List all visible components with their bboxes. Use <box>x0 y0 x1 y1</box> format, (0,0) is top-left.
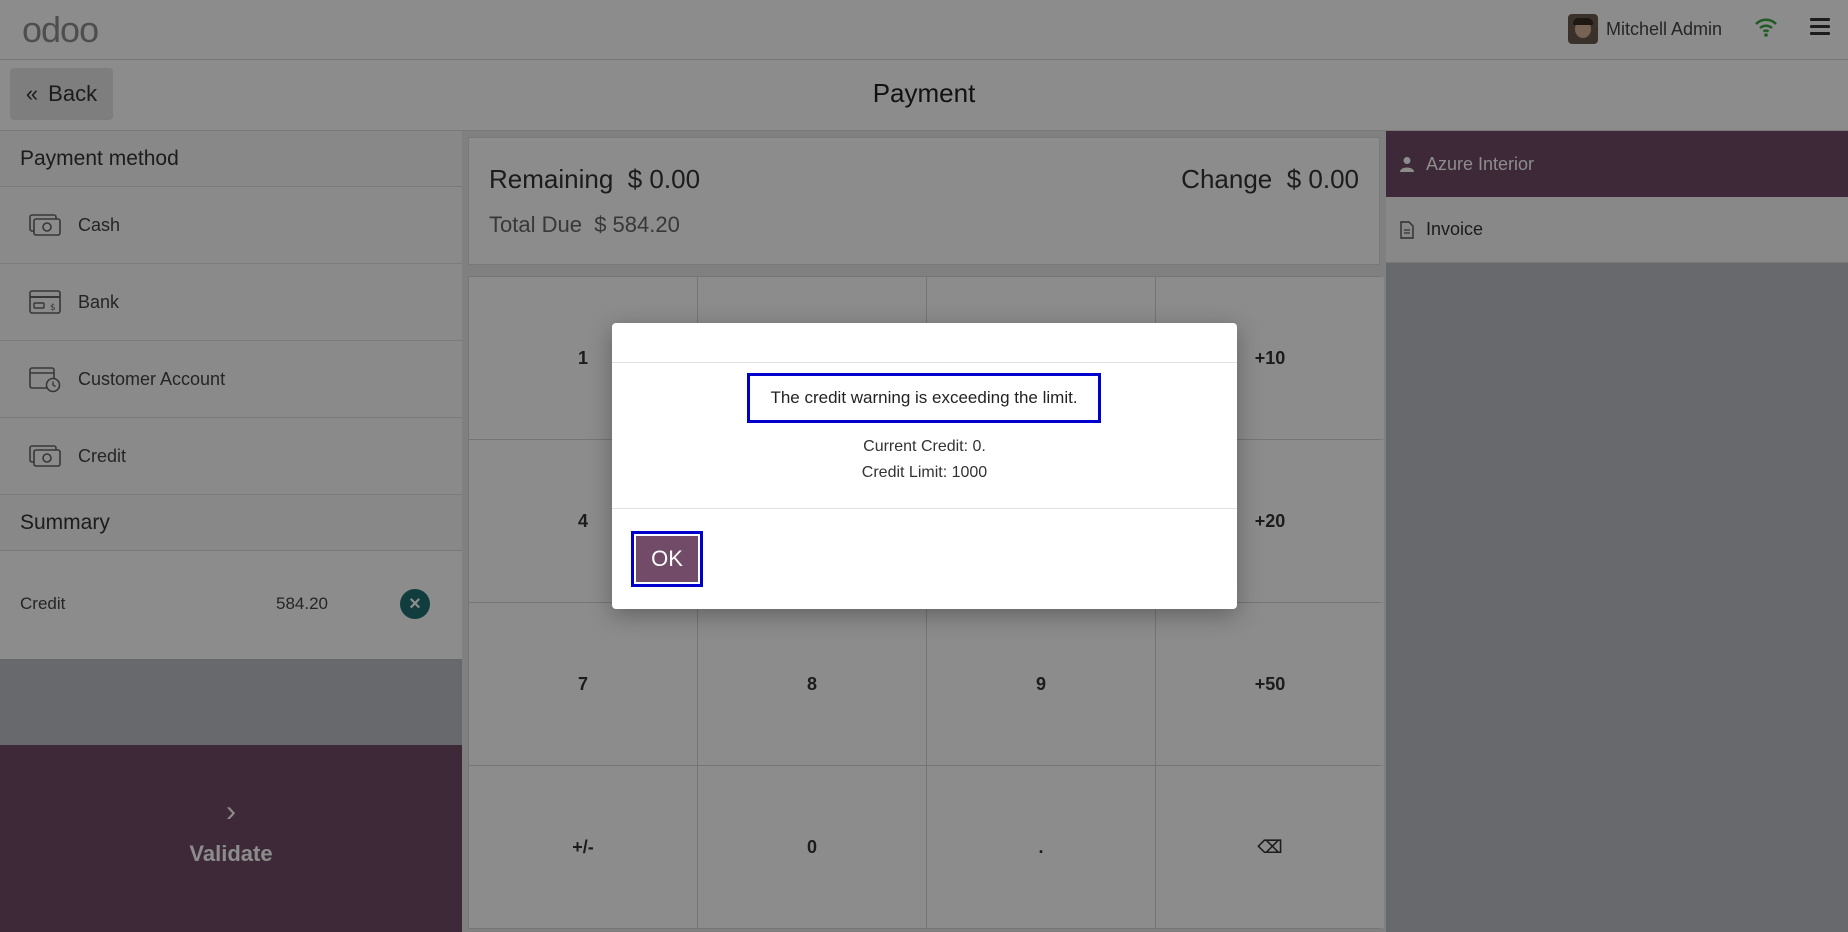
ok-button-highlight: OK <box>631 531 703 587</box>
credit-warning-dialog: The credit warning is exceeding the limi… <box>612 323 1237 609</box>
dialog-header <box>612 323 1237 363</box>
dialog-body: The credit warning is exceeding the limi… <box>612 363 1237 509</box>
warning-message: The credit warning is exceeding the limi… <box>747 373 1101 423</box>
credit-limit-text: Credit Limit: 1000 <box>861 464 988 481</box>
ok-button[interactable]: OK <box>636 536 698 582</box>
current-credit-text: Current Credit: 0. <box>863 438 986 455</box>
